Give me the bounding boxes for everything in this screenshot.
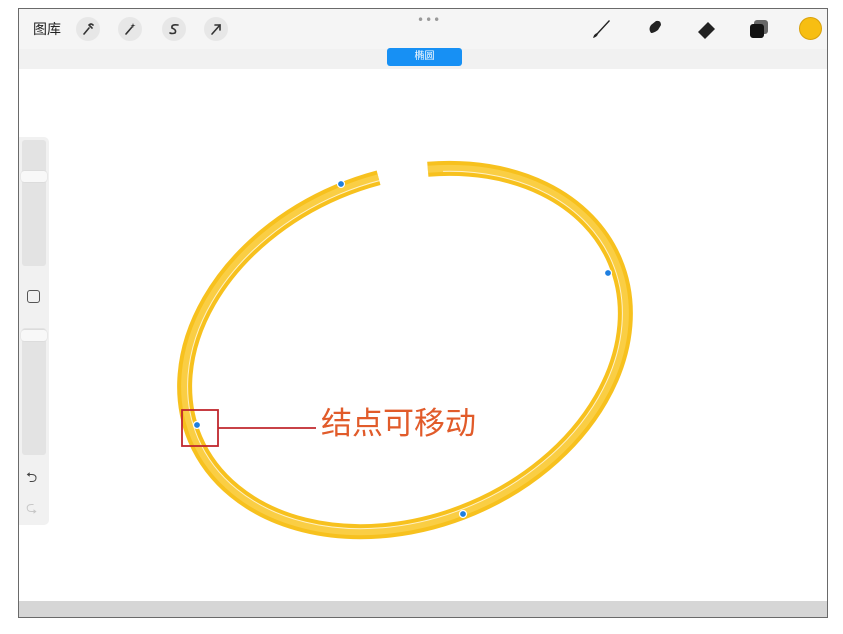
ellipse-node-top[interactable] — [336, 179, 346, 189]
canvas[interactable] — [19, 9, 828, 618]
ellipse-stroke — [177, 160, 633, 540]
ellipse-node-left[interactable] — [192, 420, 202, 430]
ellipse-node-bottom[interactable] — [458, 509, 468, 519]
procreate-app-window: 图库 ••• 椭圆 ⮌ ⮎ 结点可移动 — [18, 8, 828, 618]
annotation-label: 结点可移动 — [321, 406, 476, 442]
ellipse-node-right[interactable] — [603, 268, 613, 278]
bottom-edge-bar — [19, 601, 827, 617]
